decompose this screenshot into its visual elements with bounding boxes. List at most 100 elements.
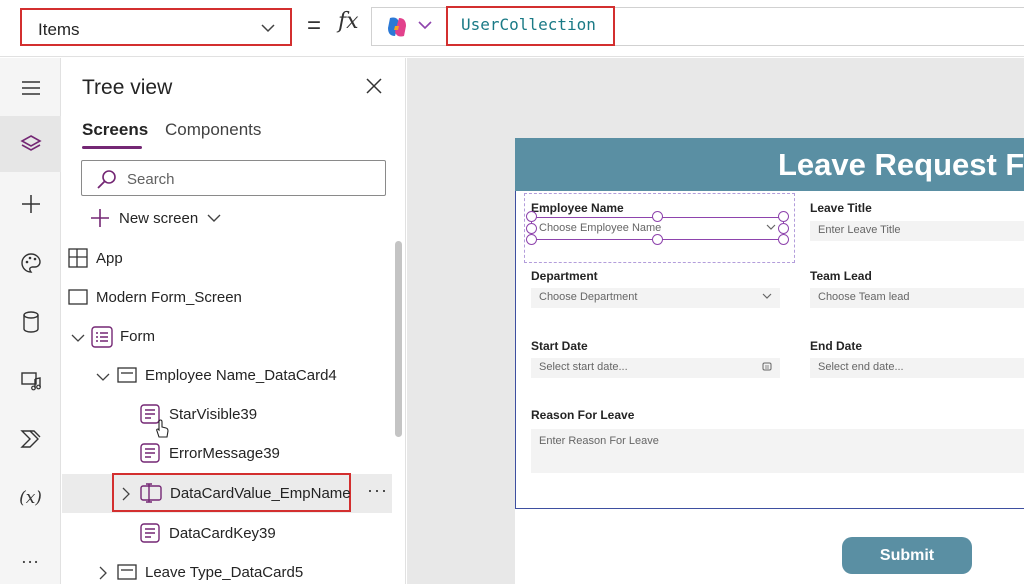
formula-bar: Items = fx UserCollection (0, 0, 1024, 57)
tree-item-combobox-selected[interactable]: DataCardValue_EmpName ··· (62, 473, 392, 513)
field-label: Team Lead (810, 269, 872, 283)
copilot-chevron-icon[interactable] (418, 18, 432, 36)
close-icon[interactable] (366, 78, 382, 99)
field-label: Leave Title (810, 201, 872, 215)
chevron-right-icon[interactable] (98, 566, 108, 584)
screen-icon (68, 287, 88, 312)
team-lead-card[interactable]: Team Lead Choose Team lead (810, 269, 1024, 311)
tab-screens[interactable]: Screens (82, 120, 148, 140)
form-icon (91, 326, 113, 353)
form-title: Leave Request F (778, 147, 1024, 182)
tree-item-label: DataCardValue_EmpName (170, 485, 351, 502)
label-icon (140, 443, 160, 468)
form-header[interactable]: Leave Request F (515, 138, 1024, 191)
tree-item-label: Employee Name_DataCard4 (145, 367, 337, 384)
tree-view-icon[interactable] (0, 116, 61, 172)
more-icon[interactable]: ... (0, 529, 61, 584)
field-label: Department (531, 269, 598, 283)
reason-card: Reason For Leave (531, 408, 781, 424)
combobox-placeholder: Choose Department (539, 291, 638, 303)
end-date-card[interactable]: End Date Select end date... (810, 339, 1024, 381)
resize-handle[interactable] (778, 234, 789, 245)
end-date-picker[interactable]: Select end date... (810, 358, 1024, 378)
tree-item-label: Modern Form_Screen (96, 289, 242, 306)
chevron-down-icon (260, 20, 276, 41)
copilot-icon[interactable] (384, 14, 410, 45)
design-canvas: Leave Request F Employee Name Choose Emp… (407, 58, 1024, 584)
field-label: Start Date (531, 339, 588, 353)
search-icon (96, 168, 118, 195)
team-lead-combobox[interactable]: Choose Team lead (810, 288, 1024, 308)
leave-title-input[interactable]: Enter Leave Title (810, 221, 1024, 241)
label-icon (140, 523, 160, 548)
new-screen-label: New screen (119, 209, 199, 227)
media-icon[interactable] (0, 353, 61, 409)
combobox-icon (140, 483, 162, 508)
tree-scrollbar[interactable] (395, 241, 402, 437)
more-options-button[interactable]: ··· (367, 480, 388, 501)
field-label: End Date (810, 339, 863, 353)
department-combobox[interactable]: Choose Department (531, 288, 780, 308)
resize-handle[interactable] (526, 234, 537, 245)
tree-item-label-control[interactable]: StarVisible39 (62, 395, 392, 438)
tree-item-form[interactable]: Form (62, 317, 392, 356)
insert-icon[interactable] (0, 176, 61, 232)
panel-title: Tree view (82, 76, 173, 99)
resize-handle[interactable] (526, 211, 537, 222)
resize-handle[interactable] (652, 211, 663, 222)
tab-components[interactable]: Components (165, 120, 261, 140)
power-automate-icon[interactable] (0, 411, 61, 467)
search-placeholder: Search (127, 171, 175, 188)
calendar-icon (762, 361, 772, 374)
tree-item-screen[interactable]: Modern Form_Screen (62, 278, 392, 317)
tab-underline (82, 146, 142, 149)
equals-sign: = (307, 12, 322, 39)
property-value: Items (38, 20, 80, 39)
start-date-card[interactable]: Start Date Select start date... (531, 339, 780, 381)
leave-title-card[interactable]: Leave Title Enter Leave Title (810, 201, 1024, 243)
tree-item-label-control[interactable]: DataCardKey39 (62, 514, 392, 553)
variables-icon[interactable]: (x) (0, 470, 61, 526)
resize-handle[interactable] (652, 234, 663, 245)
tree-item-label: StarVisible39 (169, 406, 258, 423)
search-input[interactable]: Search (81, 160, 386, 196)
resize-handle[interactable] (778, 211, 789, 222)
form-control[interactable]: Employee Name Choose Employee Name Leave… (515, 191, 1024, 509)
theme-icon[interactable] (0, 235, 61, 291)
tree-item-label: Form (120, 328, 155, 345)
fx-icon[interactable]: fx (338, 9, 359, 34)
property-dropdown[interactable]: Items (20, 8, 292, 46)
chevron-right-icon[interactable] (121, 487, 131, 506)
date-placeholder: Select start date... (539, 361, 628, 373)
tree-item-label-control[interactable]: ErrorMessage39 (62, 434, 392, 473)
app-screen[interactable]: Leave Request F Employee Name Choose Emp… (515, 138, 1024, 584)
data-icon[interactable] (0, 294, 61, 350)
chevron-down-icon (762, 291, 772, 303)
submit-button[interactable]: Submit (842, 537, 972, 574)
plus-icon (91, 209, 109, 227)
tree-item-app[interactable]: App (62, 239, 392, 278)
hamburger-icon[interactable] (0, 60, 61, 116)
tree-item-label: App (96, 250, 123, 267)
left-rail: (x) ... (0, 58, 61, 584)
formula-text[interactable]: UserCollection (446, 6, 615, 46)
chevron-down-icon[interactable] (71, 330, 85, 348)
chevron-down-icon[interactable] (96, 369, 110, 387)
datacard-icon (117, 365, 137, 390)
chevron-down-icon (207, 214, 221, 222)
tree-view-panel: Tree view Screens Components Search New … (62, 58, 406, 584)
start-date-picker[interactable]: Select start date... (531, 358, 780, 378)
tree-item-label: ErrorMessage39 (169, 445, 280, 462)
datacard-icon (117, 562, 137, 584)
tree-item-datacard[interactable]: Leave Type_DataCard5 (62, 553, 392, 584)
new-screen-button[interactable]: New screen (90, 206, 221, 230)
app-icon (68, 248, 88, 273)
field-label: Reason For Leave (531, 408, 635, 422)
resize-handle[interactable] (778, 223, 789, 234)
department-card[interactable]: Department Choose Department (531, 269, 780, 311)
tree-item-datacard[interactable]: Employee Name_DataCard4 (62, 356, 392, 395)
resize-handle[interactable] (526, 223, 537, 234)
reason-textarea[interactable]: Enter Reason For Leave (531, 429, 1024, 473)
tree-item-label: DataCardKey39 (169, 525, 276, 542)
tree-item-label: Leave Type_DataCard5 (145, 564, 304, 581)
